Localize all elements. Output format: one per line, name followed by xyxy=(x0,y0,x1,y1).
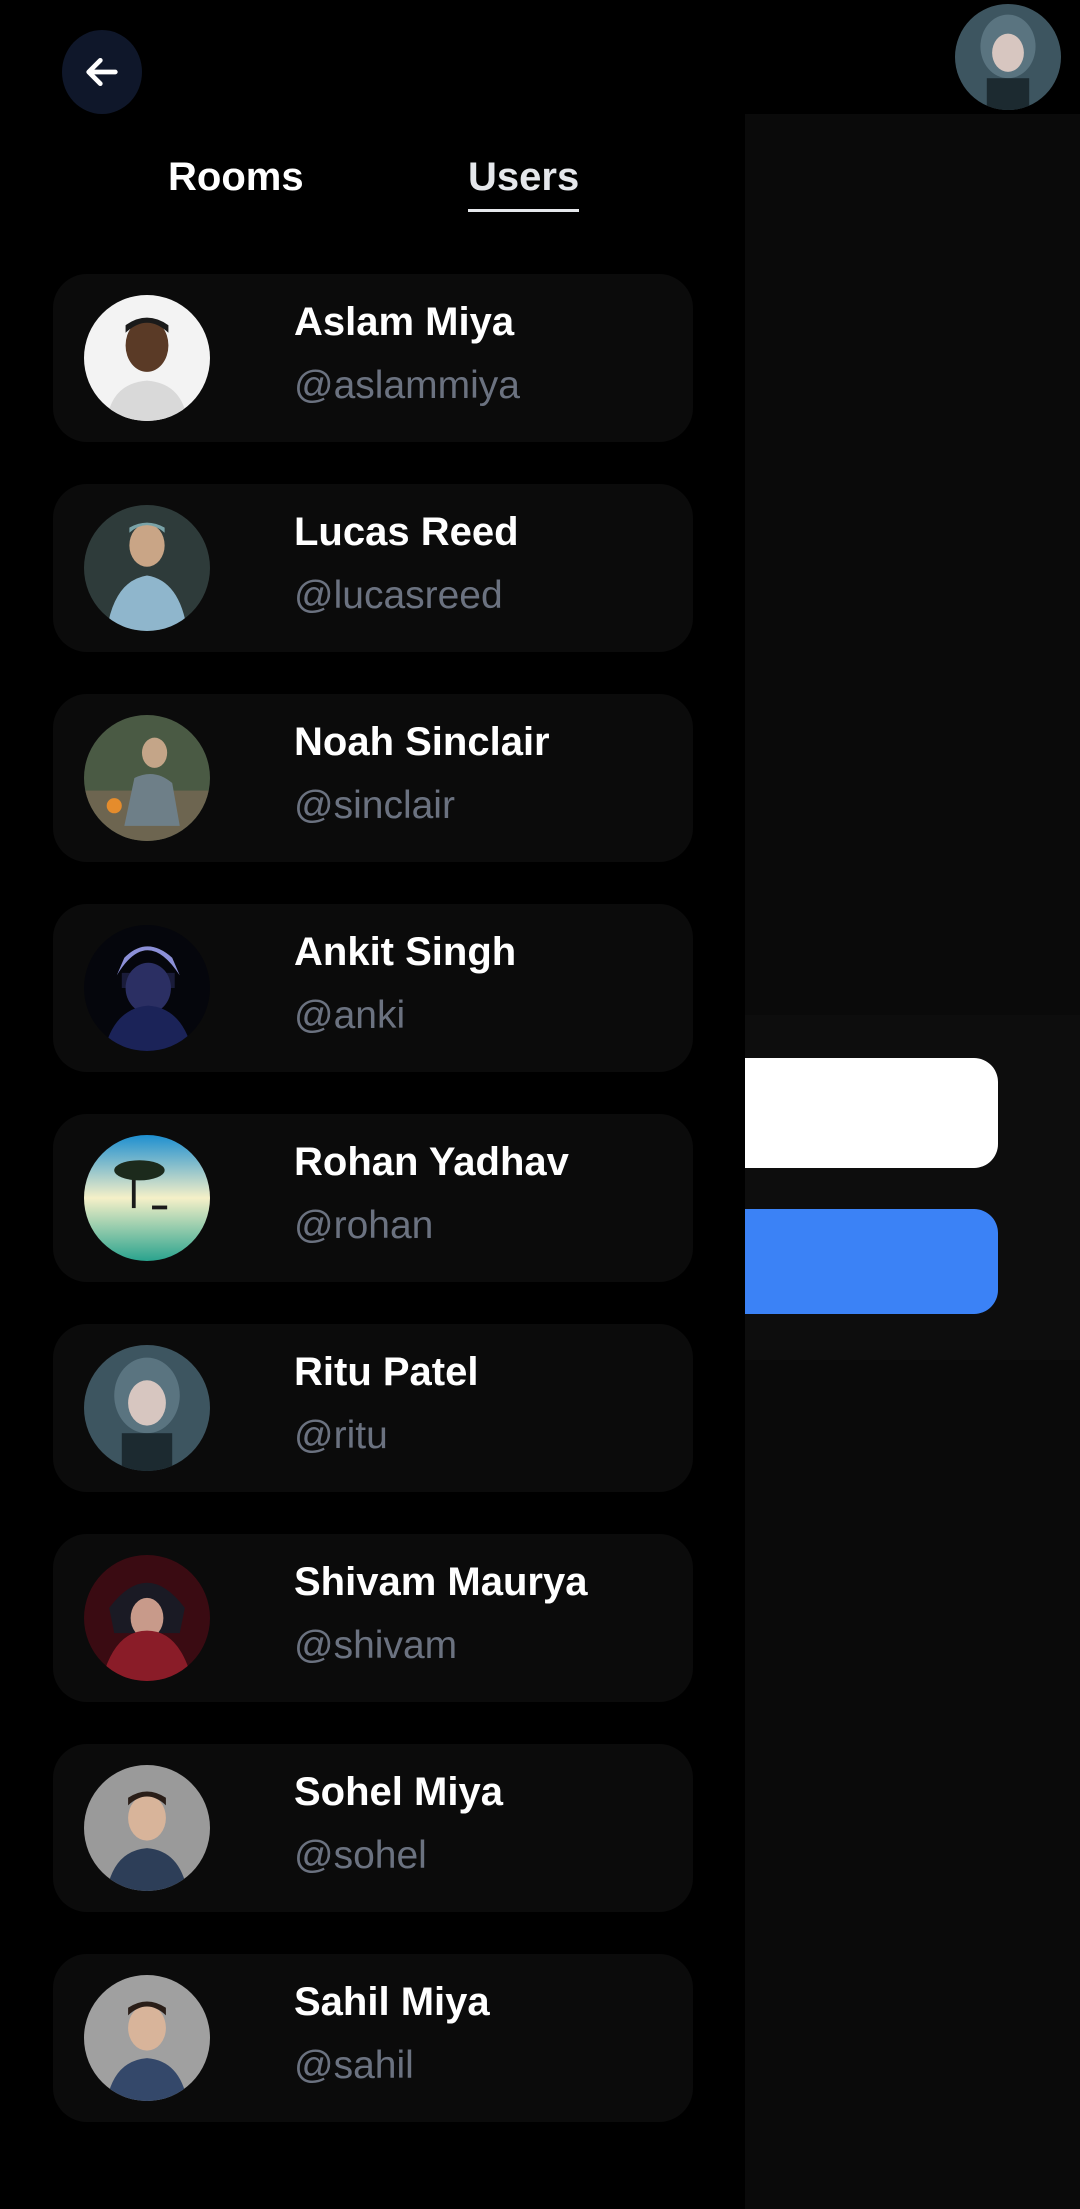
user-list-item[interactable]: Shivam Maurya @shivam xyxy=(53,1534,693,1702)
user-list: Aslam Miya @aslammiya Lucas Reed @lucasr… xyxy=(53,274,693,2164)
user-name: Ankit Singh xyxy=(294,930,517,974)
avatar xyxy=(84,1135,210,1261)
avatar xyxy=(84,1345,210,1471)
user-name: Shivam Maurya xyxy=(294,1560,588,1604)
user-handle: @ritu xyxy=(294,1414,388,1457)
user-handle: @shivam xyxy=(294,1624,458,1667)
user-handle: @sahil xyxy=(294,2044,414,2087)
avatar xyxy=(84,295,210,421)
avatar xyxy=(84,1555,210,1681)
user-handle: @rohan xyxy=(294,1204,434,1247)
user-handle: @lucasreed xyxy=(294,574,503,617)
user-name: Lucas Reed xyxy=(294,510,519,554)
user-list-item[interactable]: Aslam Miya @aslammiya xyxy=(53,274,693,442)
user-list-item[interactable]: Sahil Miya @sahil xyxy=(53,1954,693,2122)
user-handle: @aslammiya xyxy=(294,364,520,407)
user-list-item[interactable]: Ritu Patel @ritu xyxy=(53,1324,693,1492)
user-list-item[interactable]: Ankit Singh @anki xyxy=(53,904,693,1072)
avatar xyxy=(84,925,210,1051)
arrow-left-icon xyxy=(86,58,118,86)
user-list-item[interactable]: Noah Sinclair @sinclair xyxy=(53,694,693,862)
avatar xyxy=(84,1765,210,1891)
avatar xyxy=(84,505,210,631)
tab-bar: Rooms Users xyxy=(0,150,745,220)
back-button[interactable] xyxy=(62,30,142,114)
user-list-item[interactable]: Lucas Reed @lucasreed xyxy=(53,484,693,652)
user-name: Aslam Miya xyxy=(294,300,515,344)
user-handle: @anki xyxy=(294,994,406,1037)
user-name: Noah Sinclair xyxy=(294,720,550,764)
profile-avatar[interactable] xyxy=(955,4,1061,110)
users-drawer: Rooms Users Aslam Miya @aslammiya Lucas … xyxy=(0,0,745,2209)
avatar xyxy=(84,715,210,841)
tab-users[interactable]: Users xyxy=(468,150,580,212)
user-name: Sohel Miya xyxy=(294,1770,503,1814)
user-list-item[interactable]: Rohan Yadhav @rohan xyxy=(53,1114,693,1282)
tab-rooms[interactable]: Rooms xyxy=(168,150,304,212)
user-name: Ritu Patel xyxy=(294,1350,479,1394)
avatar xyxy=(84,1975,210,2101)
profile-avatar-image xyxy=(955,4,1061,110)
user-list-item[interactable]: Sohel Miya @sohel xyxy=(53,1744,693,1912)
user-handle: @sinclair xyxy=(294,784,455,827)
user-name: Sahil Miya xyxy=(294,1980,490,2024)
user-handle: @sohel xyxy=(294,1834,427,1877)
user-name: Rohan Yadhav xyxy=(294,1140,569,1184)
